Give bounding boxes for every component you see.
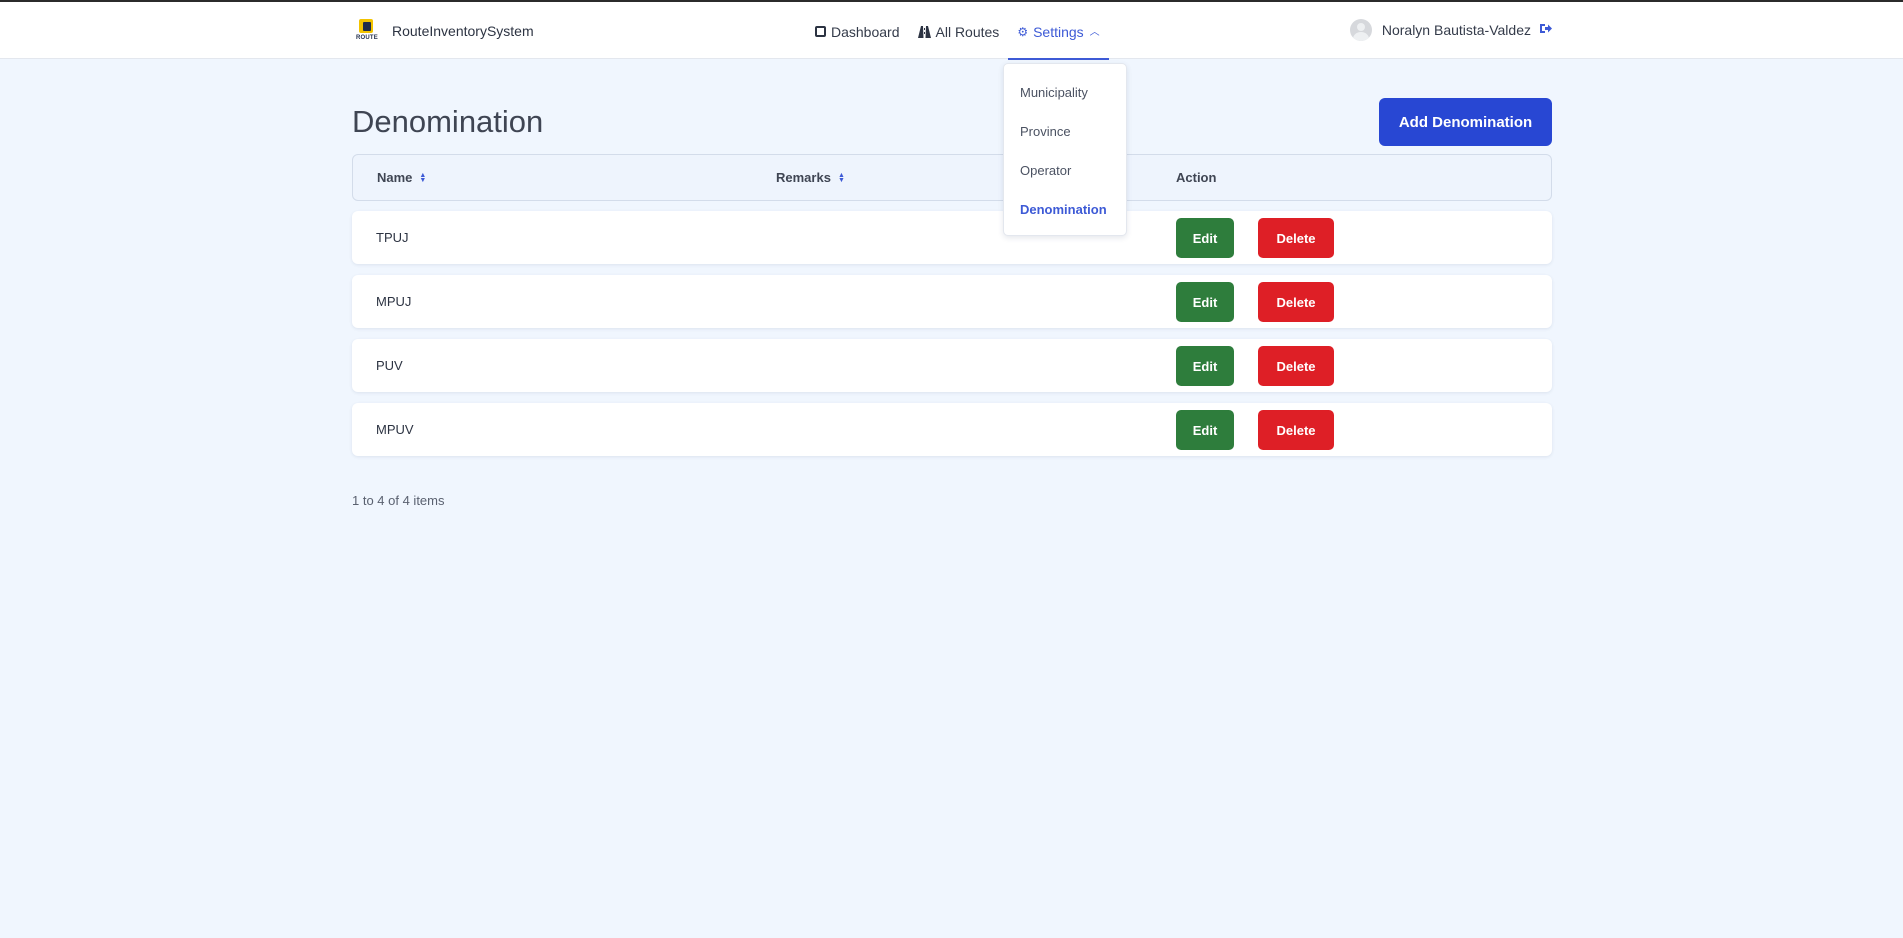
page-title: Denomination xyxy=(352,104,544,139)
edit-button[interactable]: Edit xyxy=(1176,282,1234,322)
road-icon xyxy=(917,25,931,38)
nav-settings[interactable]: ⚙ Settings ︿ xyxy=(1008,4,1110,60)
nav-dashboard-label: Dashboard xyxy=(831,23,900,40)
column-remarks-label: Remarks xyxy=(776,170,831,185)
column-header-remarks[interactable]: Remarks ▲ ▼ xyxy=(776,170,845,185)
table-row: MPUJ Edit Delete xyxy=(352,275,1552,328)
cell-name: MPUV xyxy=(376,422,414,437)
menu-item-province[interactable]: Province xyxy=(1020,124,1071,139)
pagination-info: 1 to 4 of 4 items xyxy=(352,493,445,508)
menu-item-municipality[interactable]: Municipality xyxy=(1020,85,1088,100)
delete-button[interactable]: Delete xyxy=(1258,218,1334,258)
user-name: Noralyn Bautista-Valdez xyxy=(1381,22,1531,38)
nav-all-routes-label: All Routes xyxy=(935,23,1000,40)
nav-dashboard[interactable]: Dashboard xyxy=(806,4,909,59)
column-header-action: Action xyxy=(1176,170,1216,185)
route-logo-icon: ROUTE xyxy=(356,17,378,45)
logout-icon[interactable] xyxy=(1540,23,1552,37)
nav-all-routes[interactable]: All Routes xyxy=(909,4,1009,59)
table-row: MPUV Edit Delete xyxy=(352,403,1552,456)
column-action-label: Action xyxy=(1176,170,1217,185)
table-header: Name ▲ ▼ Remarks ▲ ▼ Action xyxy=(352,154,1552,201)
cell-name: TPUJ xyxy=(376,230,409,245)
delete-button[interactable]: Delete xyxy=(1258,346,1334,386)
nav-settings-label: Settings xyxy=(1033,23,1084,40)
column-name-label: Name xyxy=(377,170,413,185)
column-header-name[interactable]: Name ▲ ▼ xyxy=(377,170,426,185)
edit-button[interactable]: Edit xyxy=(1176,346,1234,386)
settings-dropdown-menu: Municipality Province Operator Denominat… xyxy=(1003,63,1127,236)
table-row: TPUJ Edit Delete xyxy=(352,211,1552,264)
edit-button[interactable]: Edit xyxy=(1176,218,1234,258)
chevron-up-icon: ︿ xyxy=(1089,27,1100,38)
avatar xyxy=(1349,19,1372,41)
menu-item-denomination[interactable]: Denomination xyxy=(1020,202,1107,217)
sort-icon[interactable]: ▲ ▼ xyxy=(838,172,845,184)
delete-button[interactable]: Delete xyxy=(1258,282,1334,322)
edit-button[interactable]: Edit xyxy=(1176,410,1234,450)
delete-button[interactable]: Delete xyxy=(1258,410,1334,450)
gear-icon: ⚙ xyxy=(1017,24,1029,39)
sort-icon[interactable]: ▲ ▼ xyxy=(419,172,426,184)
cell-name: MPUJ xyxy=(376,294,412,309)
cell-name: PUV xyxy=(376,358,403,373)
top-navbar: ROUTE RouteInventorySystem Dashboard All… xyxy=(0,2,1903,60)
table-row: PUV Edit Delete xyxy=(352,339,1552,392)
brand-name: RouteInventorySystem xyxy=(392,23,534,39)
add-denomination-button[interactable]: Add Denomination xyxy=(1379,98,1552,146)
main-nav: Dashboard All Routes ⚙ Settings ︿ xyxy=(806,4,1110,60)
brand[interactable]: ROUTE RouteInventorySystem xyxy=(356,16,534,46)
dashboard-icon xyxy=(815,26,826,37)
user-menu[interactable]: Noralyn Bautista-Valdez xyxy=(1349,19,1552,41)
menu-item-operator[interactable]: Operator xyxy=(1020,163,1071,178)
